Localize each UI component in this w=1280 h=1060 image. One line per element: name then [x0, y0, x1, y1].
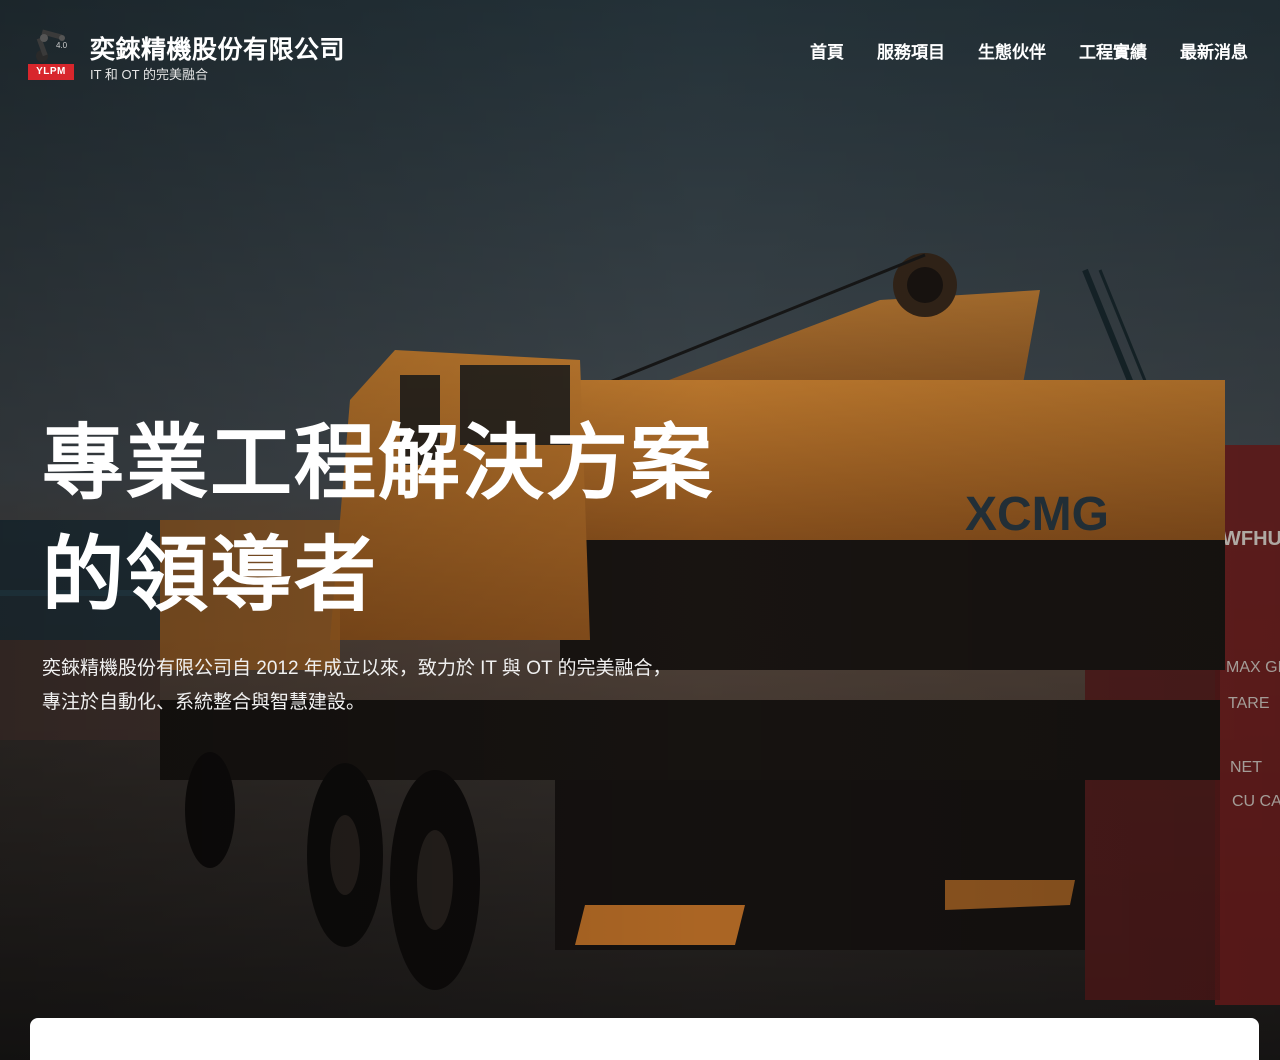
svg-text:4.0: 4.0: [56, 41, 68, 50]
hero-description-line2: 專注於自動化、系統整合與智慧建設。: [42, 692, 366, 713]
hero-headline-line2: 的領導者: [42, 530, 379, 621]
hero-section: WFHU MAX GROS TARE NET CU CAP. XCMG: [0, 0, 1280, 1060]
hero-description: 奕錸精機股份有限公司自 2012 年成立以來，致力於 IT 與 OT 的完美融合…: [42, 652, 762, 720]
nav-item-partners[interactable]: 生態伙伴: [978, 38, 1046, 63]
nav-item-home[interactable]: 首頁: [810, 38, 844, 63]
content-card: [30, 1018, 1259, 1060]
nav-item-services[interactable]: 服務項目: [877, 38, 945, 63]
robot-arm-icon: 4.0: [36, 29, 68, 62]
site-header: 4.0 YLPM 奕錸精機股份有限公司 IT 和 OT 的完美融合 首頁 服務項…: [0, 0, 1280, 100]
main-nav: 首頁 服務項目 生態伙伴 工程實績 最新消息: [810, 38, 1248, 63]
hero-headline: 專業工程解決方案 的領導者: [42, 408, 742, 632]
nav-item-projects[interactable]: 工程實績: [1079, 38, 1147, 63]
logo-badge: YLPM: [28, 64, 74, 80]
hero-headline-line1: 專業工程解決方案: [42, 418, 715, 509]
company-name[interactable]: 奕錸精機股份有限公司: [90, 30, 345, 66]
company-logo[interactable]: 4.0 YLPM: [28, 24, 76, 80]
company-tagline: IT 和 OT 的完美融合: [90, 67, 208, 82]
nav-item-news[interactable]: 最新消息: [1180, 38, 1248, 63]
hero-description-line1: 奕錸精機股份有限公司自 2012 年成立以來，致力於 IT 與 OT 的完美融合…: [42, 658, 672, 679]
